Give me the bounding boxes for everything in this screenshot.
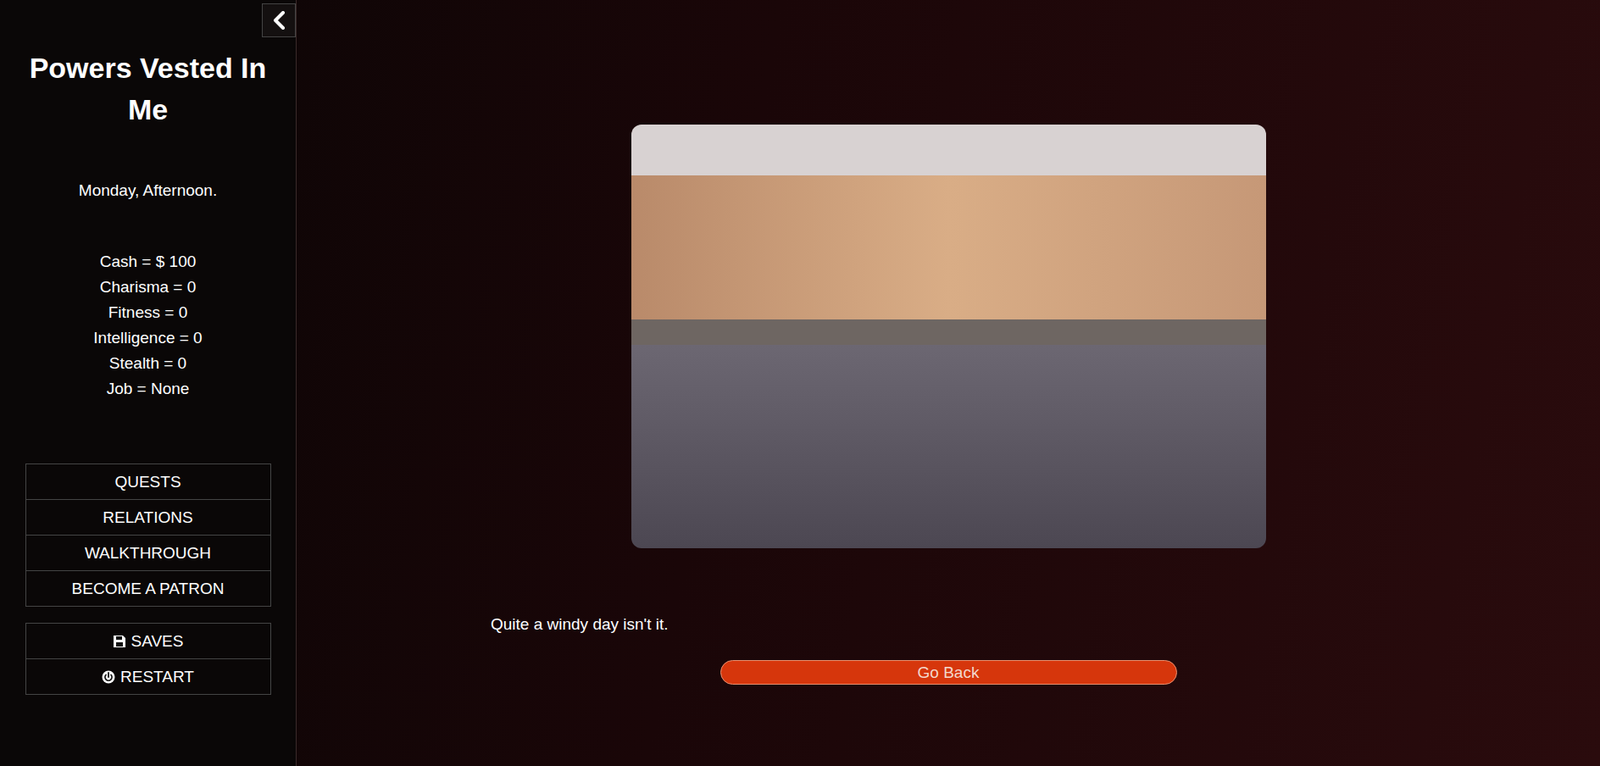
collapse-button[interactable] xyxy=(261,3,296,38)
stat-line: Cash = $ 100 xyxy=(100,249,197,275)
main-panel: Quite a windy day isn't it. Go Back xyxy=(296,0,1600,766)
stat-line: Job = None xyxy=(106,376,190,402)
stat-line: Fitness = 0 xyxy=(108,300,188,326)
sidebar: Powers Vested In Me Monday, Afternoon. Cas… xyxy=(0,0,297,766)
system-menu: SAVESRESTART xyxy=(25,623,272,695)
menu: QUESTSRELATIONSWALKTHROUGHBECOME A PATRO… xyxy=(25,464,272,607)
power-icon xyxy=(101,670,116,684)
menu-button[interactable]: RELATIONS xyxy=(25,499,272,536)
floppy-icon xyxy=(112,634,127,649)
menu-button[interactable]: BECOME A PATRON xyxy=(25,570,272,607)
scene-photo xyxy=(631,124,1267,549)
system-button[interactable]: RESTART xyxy=(25,658,272,695)
scene-caption: Quite a windy day isn't it. xyxy=(490,614,669,635)
game-title: Powers Vested In Me xyxy=(16,47,279,131)
chevron-left-icon xyxy=(271,11,287,30)
game-screen: Powers Vested In Me Monday, Afternoon. Cas… xyxy=(0,0,1600,766)
stats-list: Cash = $ 100Charisma = 0Fitness = 0Intel… xyxy=(93,249,202,402)
menu-button[interactable]: QUESTS xyxy=(25,463,272,500)
stat-line: Intelligence = 0 xyxy=(93,325,202,351)
stat-line: Stealth = 0 xyxy=(109,350,187,377)
stat-line: Charisma = 0 xyxy=(100,274,197,300)
time-of-day: Monday, Afternoon. xyxy=(78,181,217,200)
system-button[interactable]: SAVES xyxy=(25,622,272,660)
go-back-button[interactable]: Go Back xyxy=(720,660,1178,685)
menu-button[interactable]: WALKTHROUGH xyxy=(25,534,272,572)
